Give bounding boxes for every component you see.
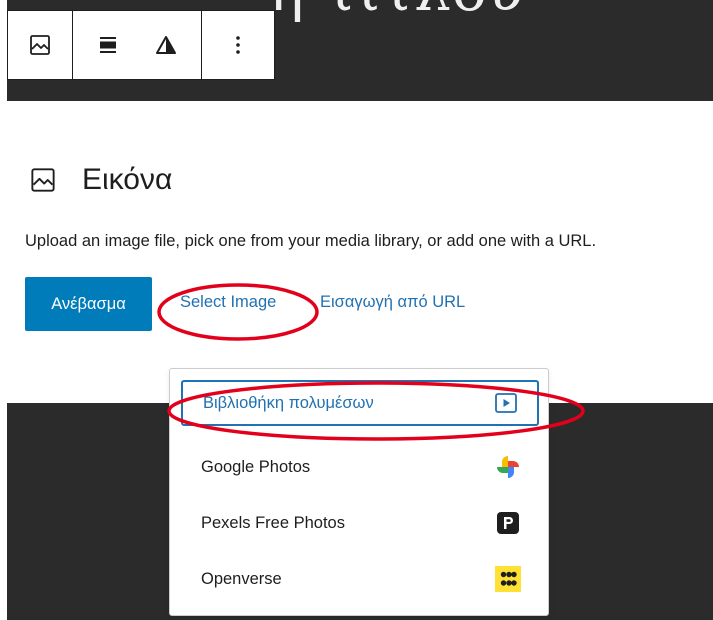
insert-from-url-button[interactable]: Εισαγωγή από URL [320,293,465,312]
toolbar-group-tools [73,11,203,79]
media-source-dropdown: Βιβλιοθήκη πολυμέσων Google Photos Pexel… [169,368,549,616]
pexels-icon [495,510,521,536]
block-title: Εικόνα [82,163,173,196]
image-icon [29,35,50,55]
toolbar-group-more [202,11,274,79]
menu-item-pexels[interactable]: Pexels Free Photos [181,500,539,546]
block-toolbar [7,10,275,80]
duotone-button[interactable] [137,11,195,79]
block-type-button[interactable] [8,11,72,79]
menu-item-media-library[interactable]: Βιβλιοθήκη πολυμέσων [181,380,539,426]
more-options-button[interactable] [202,11,274,79]
menu-item-label: Pexels Free Photos [201,513,345,532]
contrast-icon [156,36,177,54]
openverse-icon [495,566,521,592]
align-center-icon [99,37,116,53]
image-block-heading: Εικόνα [30,163,172,197]
menu-item-label: Βιβλιοθήκη πολυμέσων [203,393,374,412]
align-button[interactable] [79,11,137,79]
select-image-button[interactable]: Select Image [180,293,276,312]
menu-item-label: Openverse [201,569,282,588]
google-photos-icon [495,454,521,480]
toolbar-group-block-type [8,11,73,79]
image-icon [31,168,55,192]
upload-button[interactable]: Ανέβασμα [25,277,152,331]
media-library-icon [493,390,519,416]
menu-item-google-photos[interactable]: Google Photos [181,444,539,490]
block-instructions: Upload an image file, pick one from your… [25,232,597,250]
menu-item-openverse[interactable]: Openverse [181,556,539,602]
cover-title-text: η τίτλου [269,0,524,24]
menu-item-label: Google Photos [201,457,311,476]
more-options-icon [236,36,240,54]
